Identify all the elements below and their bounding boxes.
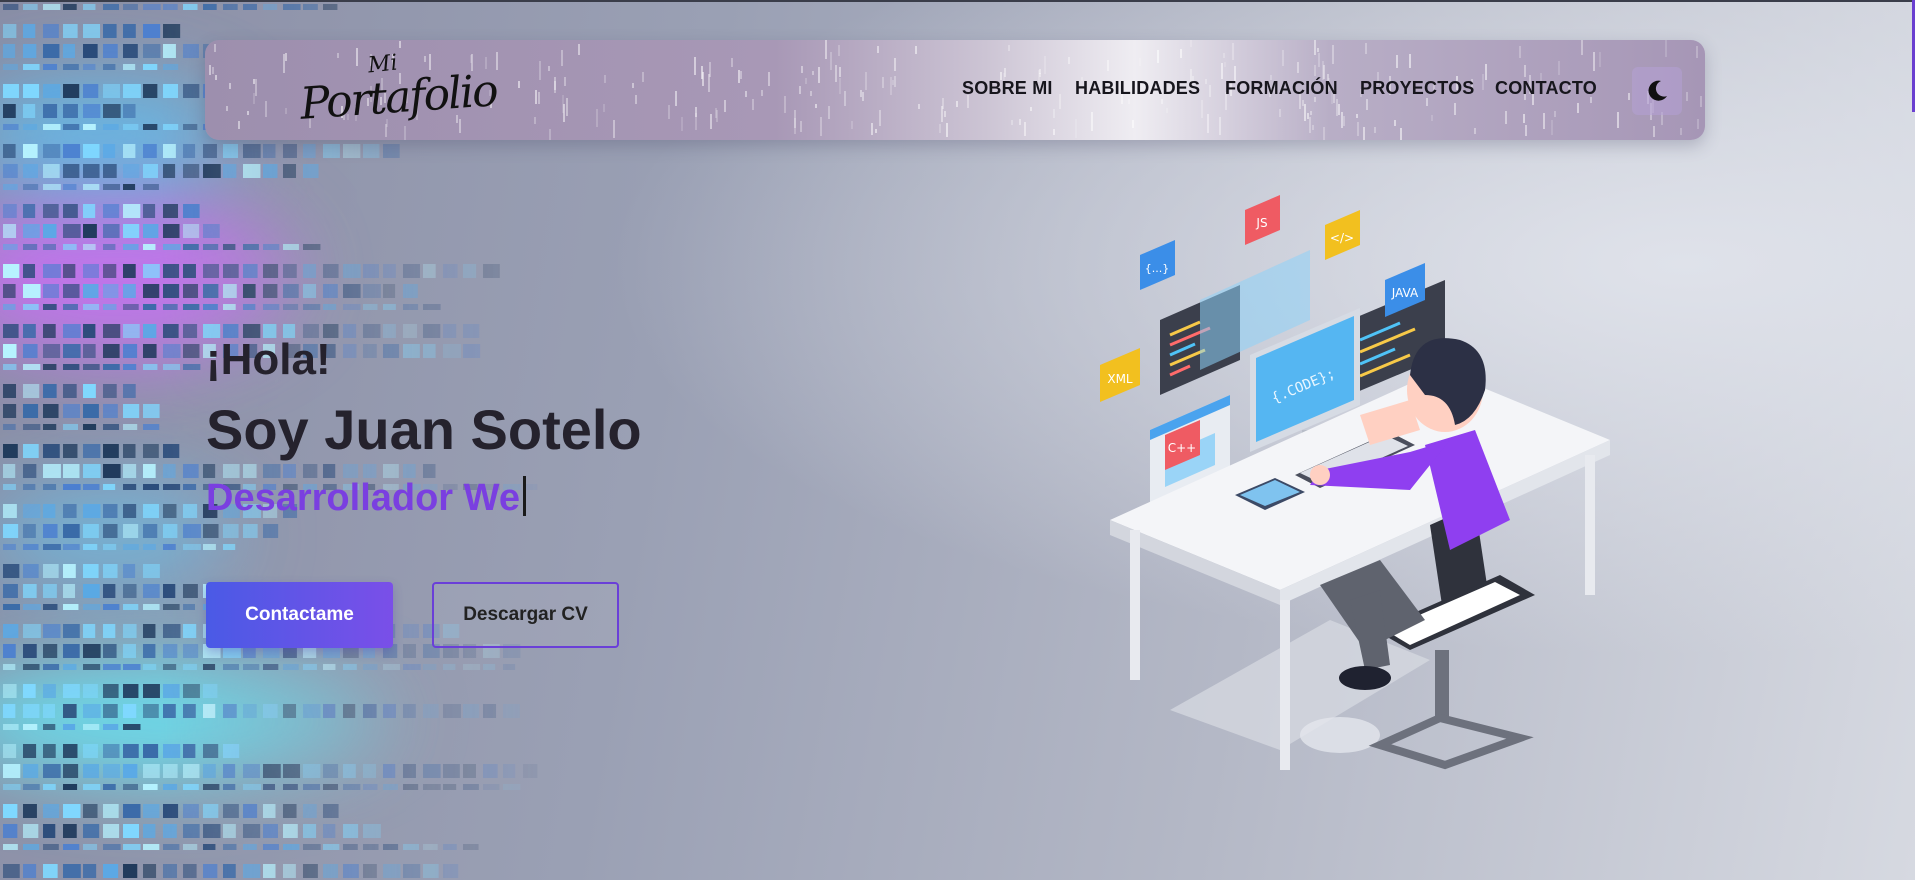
badge-cpp: C++ [1168,441,1197,455]
download-cv-button[interactable]: Descargar CV [432,582,619,648]
site-logo[interactable]: Mi Portafolio [298,50,498,134]
badge-js: JS [1255,216,1267,230]
hero-role: Desarrollador We [206,476,526,520]
nav-link-formacion[interactable]: FORMACIÓN [1225,78,1338,99]
navbar: Mi Portafolio SOBRE MI HABILIDADES FORMA… [205,40,1705,140]
theme-toggle-button[interactable] [1632,67,1682,115]
typed-role-text: Desarrollador We [206,477,520,519]
nav-link-proyectos[interactable]: PROYECTOS [1360,78,1475,99]
nav-link-contacto[interactable]: CONTACTO [1495,78,1597,99]
badge-xml: XML [1107,372,1133,386]
hero-greeting: ¡Hola! [206,335,331,384]
nav-link-habilidades[interactable]: HABILIDADES [1075,78,1200,99]
contact-button[interactable]: Contactame [206,582,393,648]
badge-braces: {...} [1145,262,1170,275]
typing-caret [522,476,526,516]
moon-icon [1648,80,1667,101]
nav-link-sobre-mi[interactable]: SOBRE MI [962,78,1053,99]
badge-java: JAVA [1391,286,1419,300]
hero-name: Soy Juan Sotelo [206,398,642,461]
badge-tag: </> [1330,231,1354,245]
developer-illustration: {.CODE}; {...} JS </> XML JAVA C++ [1100,195,1610,770]
